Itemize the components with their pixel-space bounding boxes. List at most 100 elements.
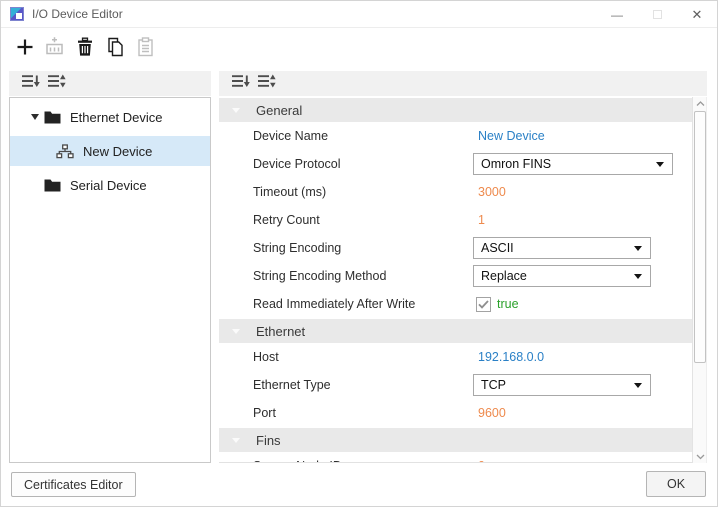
tree-item-label: New Device	[83, 143, 153, 159]
property-value: New Device	[473, 129, 545, 143]
property-panel: General Device Name New Device Device Proto…	[219, 71, 707, 463]
property-value: 3000	[473, 185, 506, 199]
scroll-down-button[interactable]	[693, 450, 708, 463]
minimize-button[interactable]: —	[597, 1, 637, 28]
property-value: TCP	[473, 374, 651, 396]
collapse-arrow-icon	[232, 437, 240, 443]
dropdown-arrow-icon	[634, 383, 642, 388]
sort-category-icon	[47, 74, 67, 94]
checkbox-icon[interactable]	[476, 296, 491, 312]
titlebar: I/O Device Editor — ✕	[1, 1, 717, 28]
value-field-source-node-id[interactable]: 0	[478, 459, 485, 462]
device-tree: Ethernet Device New Device Serial Device	[9, 97, 211, 463]
dropdown-selected-value: TCP	[481, 378, 506, 392]
property-label: Timeout (ms)	[253, 185, 327, 199]
folder-icon	[44, 179, 61, 192]
scrollbar-thumb[interactable]	[694, 111, 706, 363]
io-device-editor-window: I/O Device Editor — ✕ Ethernet Device New…	[0, 0, 718, 507]
dropdown-string-encoding[interactable]: ASCII	[473, 237, 651, 259]
device-icon	[56, 143, 74, 159]
dropdown-device-protocol[interactable]: Omron FINS	[473, 153, 673, 175]
tree-item-label: Ethernet Device	[70, 109, 163, 125]
toolbar	[1, 29, 717, 69]
property-panel-header	[219, 71, 707, 96]
section-header-general[interactable]: General	[219, 98, 692, 122]
expander-arrow-icon[interactable]	[26, 114, 44, 120]
tree-item-new-device[interactable]: New Device	[10, 136, 210, 166]
property-row-source-node-id: Source Node ID 0	[219, 452, 692, 462]
tree-item-label: Serial Device	[70, 177, 147, 193]
property-row-port: Port 9600	[219, 399, 692, 427]
property-label: Host	[253, 350, 279, 364]
property-label: String Encoding	[253, 241, 342, 255]
add-device-button[interactable]	[13, 36, 37, 62]
paste-icon	[137, 36, 154, 62]
dropdown-selected-value: Omron FINS	[481, 157, 552, 171]
collapse-arrow-icon	[232, 107, 240, 113]
checkbox-value-label: true	[497, 297, 519, 311]
sort-order-button[interactable]	[18, 74, 44, 94]
section-header-fins[interactable]: Fins	[219, 428, 692, 452]
section-title: General	[256, 102, 303, 118]
tree-item-ethernet-device[interactable]: Ethernet Device	[10, 104, 210, 130]
dropdown-selected-value: ASCII	[481, 241, 514, 255]
property-label: String Encoding Method	[253, 269, 387, 283]
property-value: ASCII	[473, 237, 651, 259]
sort-order-button[interactable]	[228, 74, 254, 94]
dropdown-selected-value: Replace	[481, 269, 527, 283]
section-title: Fins	[256, 432, 281, 448]
property-label: Retry Count	[253, 213, 320, 227]
plus-icon	[15, 37, 35, 62]
add-device-icon	[44, 36, 66, 62]
ok-button[interactable]: OK	[646, 471, 706, 497]
device-tree-panel: Ethernet Device New Device Serial Device	[9, 71, 211, 463]
delete-device-button[interactable]	[73, 36, 97, 62]
dropdown-arrow-icon	[634, 274, 642, 279]
property-row-string-encoding-method: String Encoding Method Replace	[219, 262, 692, 290]
tree-panel-header	[9, 71, 211, 96]
property-value: Replace	[473, 265, 651, 287]
paste-device-button	[133, 36, 157, 62]
property-value: Omron FINS	[473, 153, 673, 175]
property-label: Port	[253, 406, 276, 420]
sort-category-button[interactable]	[44, 74, 70, 94]
folder-icon	[44, 111, 61, 124]
property-row-string-encoding: String Encoding ASCII	[219, 234, 692, 262]
certificates-editor-button[interactable]: Certificates Editor	[11, 472, 136, 497]
property-grid: General Device Name New Device Device Proto…	[219, 97, 692, 463]
collapse-arrow-icon	[232, 328, 240, 334]
sort-category-button[interactable]	[254, 74, 280, 94]
property-value: 1	[473, 213, 485, 227]
property-row-device-name: Device Name New Device	[219, 122, 692, 150]
dropdown-arrow-icon	[656, 162, 664, 167]
close-button[interactable]: ✕	[677, 1, 717, 28]
property-row-read-immediately-after-write: Read Immediately After Write true	[219, 290, 692, 318]
tree-item-serial-device[interactable]: Serial Device	[10, 172, 210, 198]
copy-icon	[106, 37, 125, 62]
property-row-host: Host 192.168.0.0	[219, 343, 692, 371]
value-field-port[interactable]: 9600	[478, 406, 506, 420]
value-field-host[interactable]: 192.168.0.0	[478, 350, 544, 364]
maximize-button	[637, 1, 677, 28]
property-value: 9600	[473, 406, 506, 420]
sort-order-icon	[231, 74, 251, 94]
value-field-device-name[interactable]: New Device	[478, 129, 545, 143]
dropdown-string-encoding-method[interactable]: Replace	[473, 265, 651, 287]
property-row-device-protocol: Device Protocol Omron FINS	[219, 150, 692, 178]
section-header-ethernet[interactable]: Ethernet	[219, 319, 692, 343]
window-controls: — ✕	[597, 1, 717, 28]
sort-category-icon	[257, 74, 277, 94]
value-field-retry-count[interactable]: 1	[478, 213, 485, 227]
section-title: Ethernet	[256, 323, 306, 339]
dropdown-ethernet-type[interactable]: TCP	[473, 374, 651, 396]
property-row-timeout-ms: Timeout (ms) 3000	[219, 178, 692, 206]
property-label: Read Immediately After Write	[253, 297, 416, 311]
copy-device-button[interactable]	[103, 36, 127, 62]
property-label: Source Node ID	[219, 459, 473, 462]
value-field-timeout-ms[interactable]: 3000	[478, 185, 506, 199]
vertical-scrollbar[interactable]	[692, 97, 707, 463]
app-icon	[10, 7, 24, 21]
scroll-up-button[interactable]	[693, 97, 708, 110]
checkbox-read-immediately-after-write[interactable]: true	[476, 296, 519, 312]
sort-order-icon	[21, 74, 41, 94]
